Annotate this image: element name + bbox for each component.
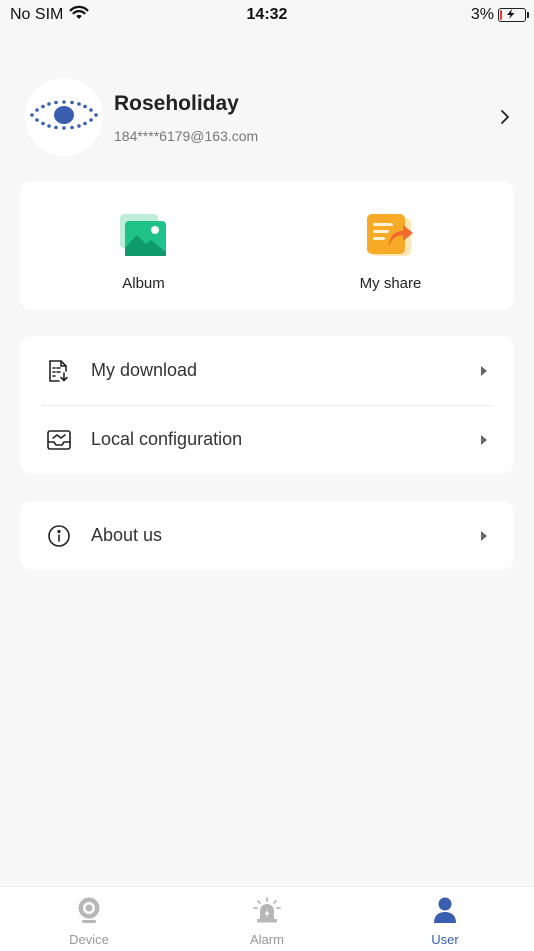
menu-item-about-us[interactable]: About us: [20, 501, 514, 570]
tab-label-user: User: [431, 932, 459, 947]
album-button[interactable]: Album: [20, 181, 267, 310]
menu-item-local-configuration[interactable]: Local configuration: [20, 405, 514, 474]
menu-group-1: My download Local configuration: [20, 336, 514, 474]
carrier-label: No SIM: [10, 6, 64, 23]
battery-percent: 3%: [470, 6, 494, 23]
tab-label-alarm: Alarm: [250, 932, 284, 947]
wifi-icon: [69, 5, 89, 26]
tab-user[interactable]: User: [356, 887, 534, 951]
profile-header[interactable]: Roseholiday 184****6179@163.com: [25, 77, 515, 157]
profile-name: Roseholiday: [114, 92, 239, 115]
status-bar: No SIM 14:32 3%: [0, 0, 534, 30]
album-label: Album: [122, 275, 165, 292]
menu-label-about-us: About us: [91, 525, 163, 545]
avatar: [25, 78, 103, 156]
user-icon: [433, 897, 457, 928]
arrow-right-icon: [481, 365, 487, 376]
info-icon: [46, 523, 72, 549]
menu-label-my-download: My download: [91, 360, 198, 380]
alarm-icon: [253, 897, 281, 928]
menu-label-local-configuration: Local configuration: [91, 429, 243, 449]
tab-label-device: Device: [69, 932, 109, 947]
arrow-right-icon: [481, 434, 487, 445]
album-icon: [119, 214, 168, 263]
chevron-right-icon[interactable]: [495, 107, 515, 127]
download-list-icon: [46, 358, 72, 384]
share-icon: [366, 214, 415, 263]
menu-item-my-download[interactable]: My download: [20, 336, 514, 405]
my-share-button[interactable]: My share: [267, 181, 514, 310]
camera-icon: [77, 897, 101, 928]
menu-group-2: About us: [20, 501, 514, 570]
profile-email: 184****6179@163.com: [114, 128, 259, 144]
tab-alarm[interactable]: Alarm: [178, 887, 356, 951]
battery-icon: [498, 8, 529, 22]
arrow-right-icon: [481, 530, 487, 541]
tab-bar: Device Alarm User: [0, 886, 534, 951]
my-share-label: My share: [359, 275, 422, 292]
quick-actions-card: Album My share: [20, 181, 514, 310]
eye-logo-icon: [29, 97, 99, 138]
tab-device[interactable]: Device: [0, 887, 178, 951]
inbox-icon: [46, 427, 72, 453]
